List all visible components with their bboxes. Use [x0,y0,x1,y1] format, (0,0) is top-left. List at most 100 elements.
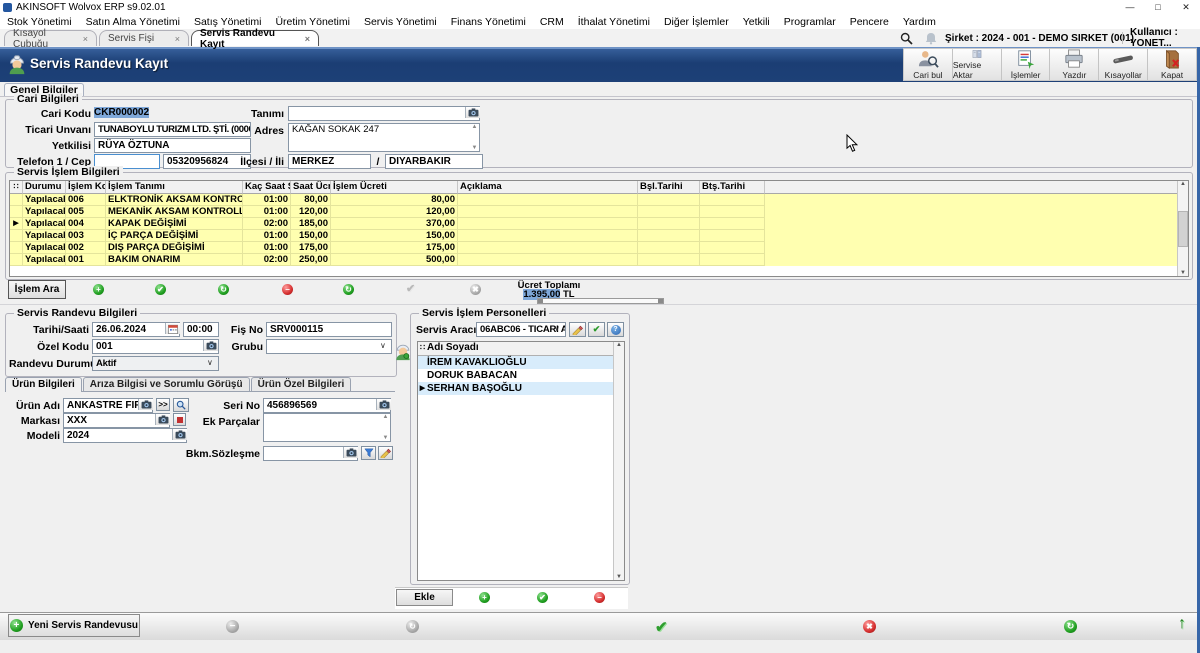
service-item-row[interactable]: Yapılacak 001 BAKIM ONARIM 02:00 250,00 … [10,254,1188,266]
ozel-kodu-field[interactable]: 001 [92,339,219,354]
bottom-up-arrow-icon[interactable]: ↑ [1178,615,1186,633]
servis-araci-apply-button[interactable]: ✔ [588,322,605,337]
yeni-servis-randevusu-button[interactable]: + Yeni Servis Randevusu [8,614,140,637]
ilce-field[interactable]: MERKEZ [288,154,371,169]
global-search[interactable] [900,29,913,47]
bottom-save-icon[interactable]: ✔ [655,618,668,636]
tab-servis-randevu-kayit[interactable]: Servis Randevu Kayıt × [191,30,319,46]
col-saat-ucreti[interactable]: Saat Ücreti [291,181,331,194]
personnel-scrollbar[interactable]: ▲ ▼ [613,342,624,580]
islemler-button[interactable]: İşlemler [1002,49,1051,80]
personnel-delete-icon[interactable]: − [594,592,605,603]
service-item-row[interactable]: Yapılacak 006 ELKTRONİK AKSAM KONTROLLER… [10,194,1188,206]
bottom-cancel-icon[interactable]: ✖ [863,620,876,633]
bottom-refresh-icon[interactable]: ↻ [1064,620,1077,633]
servise-aktar-button[interactable]: Servise Aktar [953,49,1002,80]
scroll-left-handle[interactable] [538,299,543,303]
nav-delete-icon[interactable]: − [282,284,293,295]
service-item-row[interactable]: Yapılacak 005 MEKANİK AKSAM KONTROLLERİ … [10,206,1188,218]
service-item-row[interactable]: Yapılacak 003 İÇ PARÇA DEĞİŞİMİ 01:00 15… [10,230,1188,242]
personnel-confirm-icon[interactable]: ✔ [537,592,548,603]
saat-field[interactable]: 00:00 [183,322,219,337]
scroll-down-icon[interactable]: ▼ [1180,270,1186,276]
close-button[interactable]: ✕ [1172,0,1200,15]
scroll-down-icon[interactable]: ▼ [383,435,389,441]
scrollbar-thumb[interactable] [1178,211,1188,247]
tab-servis-fisi[interactable]: Servis Fişi × [99,30,189,46]
adres-scrollbar[interactable]: ▲ ▼ [470,124,479,151]
yazdir-button[interactable]: Yazdır [1050,49,1099,80]
service-item-row-current[interactable]: ▶ Yapılacak 004 KAPAK DEĞİŞİMİ 02:00 185… [10,218,1188,230]
servis-araci-help-button[interactable]: ? [607,322,624,337]
calendar-button[interactable] [165,323,180,334]
ekle-button[interactable]: Ekle [396,589,453,606]
urun-adi-expand-button[interactable]: >> [156,398,170,411]
menu-satin-alma[interactable]: Satın Alma Yönetimi [79,16,187,28]
servis-araci-select[interactable]: 06ABC06 - TICARI ARAC [476,322,566,337]
menu-programlar[interactable]: Programlar [777,16,843,28]
nav-refresh-icon[interactable]: ↻ [343,284,354,295]
service-item-row[interactable]: Yapılacak 002 DIŞ PARÇA DEĞİŞİMİ 01:00 1… [10,242,1188,254]
grid-vertical-scrollbar[interactable]: ▲ ▼ [1177,181,1188,276]
scroll-up-icon[interactable]: ▲ [1180,181,1186,187]
menu-stok[interactable]: Stok Yönetimi [0,16,79,28]
menu-yetkili[interactable]: Yetkili [736,16,777,28]
markasi-stop-button[interactable] [173,413,186,426]
col-aciklama[interactable]: Açıklama [458,181,638,194]
fis-no-field[interactable]: SRV000115 [266,322,392,337]
tab-close-icon[interactable]: × [75,34,88,44]
company-indicator[interactable]: Şirket : 2024 - 001 - DEMO SIRKET (001) [945,29,1134,47]
bkm-clear-button[interactable] [378,446,393,460]
kapat-button[interactable]: Kapat [1148,49,1196,80]
minimize-button[interactable]: — [1116,0,1144,15]
nav-post-icon[interactable]: ↻ [218,284,229,295]
menu-finans[interactable]: Finans Yönetimi [444,16,533,28]
user-indicator[interactable]: Kullanıcı : YONET... [1130,29,1200,47]
scroll-up-icon[interactable]: ▲ [472,124,478,130]
menu-pencere[interactable]: Pencere [843,16,896,28]
search-icon[interactable] [900,32,913,45]
service-items-grid[interactable]: ∷ Durumu İşlem Kodu İşlem Tanımı Kaç Saa… [9,180,1189,277]
tab-close-icon[interactable]: × [167,34,180,44]
ek-parcalar-field[interactable] [263,413,391,442]
adres-field[interactable]: KAĞAN SOKAK 247 [288,123,480,152]
personnel-add-icon[interactable]: + [479,592,490,603]
islem-ara-button[interactable]: İşlem Ara [8,280,66,299]
tanimi-lookup-button[interactable] [465,107,480,118]
menu-ithalat[interactable]: İthalat Yönetimi [571,16,657,28]
col-adi-soyadi[interactable]: Adı Soyadı [427,342,624,355]
seri-no-field[interactable]: 456896569 [263,398,391,413]
randevu-durumu-select[interactable]: Aktif [92,356,219,371]
personnel-row[interactable]: İREM KAVAKLIOĞLU [418,356,624,369]
col-kac-saat[interactable]: Kaç Saat Sürdü [243,181,291,194]
col-islem-kodu[interactable]: İşlem Kodu [66,181,106,194]
chevron-down-icon[interactable]: ∨ [207,358,394,367]
scroll-down-icon[interactable]: ▼ [472,145,478,151]
col-bts-tarihi[interactable]: Btş.Tarihi [700,181,765,194]
urun-adi-lookup-button[interactable] [138,399,153,410]
il-field[interactable]: DIYARBAKIR [385,154,483,169]
col-durumu[interactable]: Durumu [23,181,66,194]
urun-adi-search-button[interactable] [173,398,189,412]
ozel-kodu-lookup-button[interactable] [203,340,218,351]
scroll-down-icon[interactable]: ▼ [616,574,622,580]
scroll-up-icon[interactable]: ▲ [616,342,622,348]
menu-uretim[interactable]: Üretim Yönetimi [268,16,357,28]
menu-crm[interactable]: CRM [533,16,571,28]
col-bsl-tarihi[interactable]: Bşl.Tarihi [638,181,700,194]
modeli-field[interactable]: 2024 [63,428,187,443]
tab-kisayol-cubugu[interactable]: Kısayol Çubuğu × [4,30,97,46]
tab-urun-bilgileri[interactable]: Ürün Bilgileri [5,377,82,392]
nav-edit-icon[interactable]: ✔ [155,284,166,295]
bkm-sozlesme-lookup-button[interactable] [343,447,358,458]
menu-servis[interactable]: Servis Yönetimi [357,16,444,28]
ek-parcalar-scrollbar[interactable]: ▲ ▼ [381,414,390,441]
tanimi-field[interactable] [288,106,480,121]
grubu-select[interactable] [266,339,392,354]
seri-no-lookup-button[interactable] [376,399,391,410]
personnel-list[interactable]: ∷ Adı Soyadı İREM KAVAKLIOĞLU DORUK BABA… [417,341,625,581]
servis-araci-clear-button[interactable] [569,322,586,337]
nav-add-icon[interactable]: + [93,284,104,295]
menu-diger[interactable]: Diğer İşlemler [657,16,736,28]
col-islem-ucreti[interactable]: İşlem Ücreti [331,181,458,194]
